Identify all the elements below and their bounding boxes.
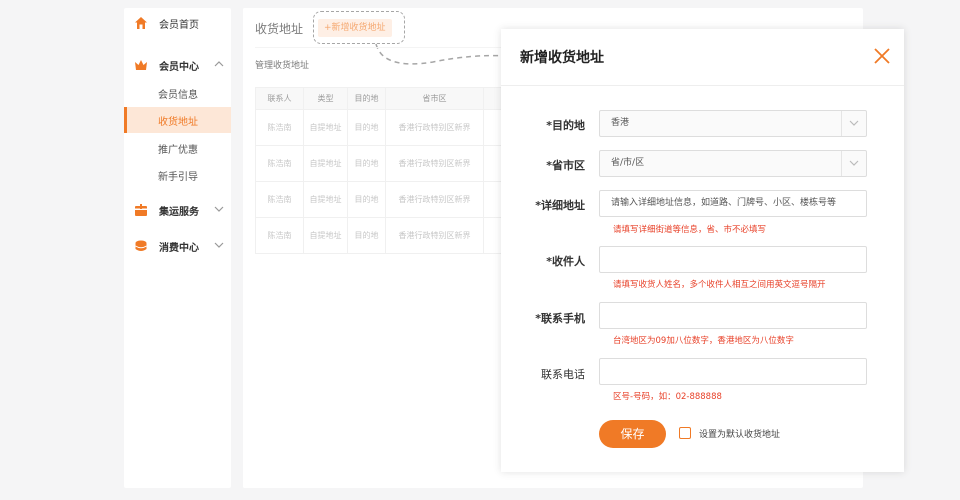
cell-type: 自提地址 — [303, 145, 348, 182]
column-header: 目的地 — [347, 87, 386, 110]
detail-address-label: *详细地址 — [535, 199, 585, 212]
phone-label: 联系电话 — [541, 368, 585, 381]
default-address-checkbox[interactable] — [679, 427, 691, 439]
cell-type: 自提地址 — [303, 181, 348, 218]
dialog-divider — [501, 85, 904, 86]
chevron-down-icon — [849, 160, 859, 166]
chevron-down-icon — [214, 206, 224, 212]
sidebar-item-promotions[interactable]: 推广优惠 — [124, 135, 231, 161]
cell-region: 香港行政特别区新界 — [385, 217, 484, 254]
sidebar-item-label: 集运服务 — [159, 206, 199, 218]
sidebar-item-label: 新手引导 — [158, 171, 198, 183]
sidebar-item-consumption[interactable]: 消费中心 — [124, 233, 231, 259]
region-value: 省/市/区 — [611, 158, 645, 168]
cell-type: 自提地址 — [303, 109, 348, 146]
column-header-extra — [483, 87, 502, 110]
home-icon — [135, 17, 147, 29]
sidebar-item-label: 消费中心 — [159, 242, 199, 254]
cell-contact: 陈浩南 — [255, 217, 304, 254]
address-table: 联系人 类型 目的地 省市区 陈浩南 自提地址 目的地 香港行政特别区新界 陈浩… — [255, 87, 502, 254]
table-row: 陈浩南 自提地址 目的地 香港行政特别区新界 — [255, 217, 502, 254]
cell-contact: 陈浩南 — [255, 181, 304, 218]
close-icon[interactable] — [873, 47, 891, 65]
receiver-hint: 请填写收货人姓名，多个收件人相互之间用英文逗号隔开 — [613, 280, 826, 290]
cell-type: 自提地址 — [303, 217, 348, 254]
table-header-row: 联系人 类型 目的地 省市区 — [255, 87, 502, 110]
coins-icon — [135, 240, 147, 251]
destination-select[interactable]: 香港 — [599, 110, 867, 137]
sidebar-item-label: 会员信息 — [158, 89, 198, 101]
dropdown-toggle[interactable] — [841, 111, 866, 136]
column-header: 省市区 — [385, 87, 484, 110]
sidebar-item-guide[interactable]: 新手引导 — [124, 162, 231, 188]
sidebar: 会员首页 会员中心 会员信息 收货地址 推广优惠 新手引导 集运服务 消费中心 — [124, 8, 231, 488]
detail-address-input[interactable]: 请输入详细地址信息，如道路、门牌号、小区、楼栋号等 — [599, 190, 867, 217]
page-title: 收货地址 — [255, 22, 304, 36]
chevron-up-icon — [214, 61, 224, 67]
cell-extra — [483, 145, 502, 182]
sidebar-item-shipping-address[interactable]: 收货地址 — [124, 107, 231, 133]
cell-destination: 目的地 — [347, 145, 386, 182]
sidebar-item-label: 收货地址 — [158, 116, 198, 128]
mobile-hint: 台湾地区为09加八位数字，香港地区为八位数字 — [613, 336, 794, 346]
sidebar-item-label: 会员首页 — [159, 19, 199, 31]
receiver-input[interactable] — [599, 246, 867, 273]
add-address-dialog: 新增收货地址 *目的地 香港 *省市区 省/市/区 *详细地址 请输入详细地址信… — [501, 29, 904, 472]
dialog-title: 新增收货地址 — [520, 50, 604, 66]
dropdown-toggle[interactable] — [841, 151, 866, 176]
section-subtitle: 管理收货地址 — [255, 61, 310, 71]
cell-contact: 陈浩南 — [255, 145, 304, 182]
sidebar-item-label: 会员中心 — [159, 61, 199, 73]
mobile-input[interactable] — [599, 302, 867, 329]
highlight-box — [313, 11, 405, 44]
receiver-label: *收件人 — [546, 255, 585, 268]
sidebar-item-label: 推广优惠 — [158, 144, 198, 156]
phone-hint: 区号-号码，如：02-888888 — [613, 392, 722, 402]
sidebar-item-home[interactable]: 会员首页 — [124, 10, 231, 36]
cell-destination: 目的地 — [347, 181, 386, 218]
column-header: 联系人 — [255, 87, 304, 110]
destination-label: *目的地 — [546, 119, 585, 132]
chevron-down-icon — [849, 120, 859, 126]
region-select[interactable]: 省/市/区 — [599, 150, 867, 177]
cell-region: 香港行政特别区新界 — [385, 181, 484, 218]
region-label: *省市区 — [546, 159, 585, 172]
table-row: 陈浩南 自提地址 目的地 香港行政特别区新界 — [255, 109, 502, 146]
cell-contact: 陈浩南 — [255, 109, 304, 146]
mobile-label: *联系手机 — [535, 312, 585, 325]
cell-destination: 目的地 — [347, 217, 386, 254]
table-row: 陈浩南 自提地址 目的地 香港行政特别区新界 — [255, 145, 502, 182]
phone-input[interactable] — [599, 358, 867, 385]
sidebar-item-consolidation[interactable]: 集运服务 — [124, 197, 231, 223]
divider — [255, 47, 505, 48]
sidebar-item-member-info[interactable]: 会员信息 — [124, 80, 231, 106]
destination-value: 香港 — [611, 118, 630, 128]
table-row: 陈浩南 自提地址 目的地 香港行政特别区新界 — [255, 181, 502, 218]
crown-icon — [135, 60, 147, 70]
box-icon — [135, 204, 147, 216]
sidebar-item-member-center[interactable]: 会员中心 — [124, 52, 231, 78]
cell-extra — [483, 109, 502, 146]
save-button[interactable]: 保存 — [599, 420, 666, 448]
cell-destination: 目的地 — [347, 109, 386, 146]
cell-region: 香港行政特别区新界 — [385, 145, 484, 182]
detail-address-placeholder: 请输入详细地址信息，如道路、门牌号、小区、楼栋号等 — [611, 198, 837, 208]
cell-extra — [483, 217, 502, 254]
detail-address-hint: 请填写详细街道等信息，省、市不必填写 — [613, 225, 767, 235]
cell-region: 香港行政特别区新界 — [385, 109, 484, 146]
default-address-label: 设置为默认收货地址 — [699, 430, 781, 440]
column-header: 类型 — [303, 87, 348, 110]
chevron-down-icon — [214, 242, 224, 248]
cell-extra — [483, 181, 502, 218]
